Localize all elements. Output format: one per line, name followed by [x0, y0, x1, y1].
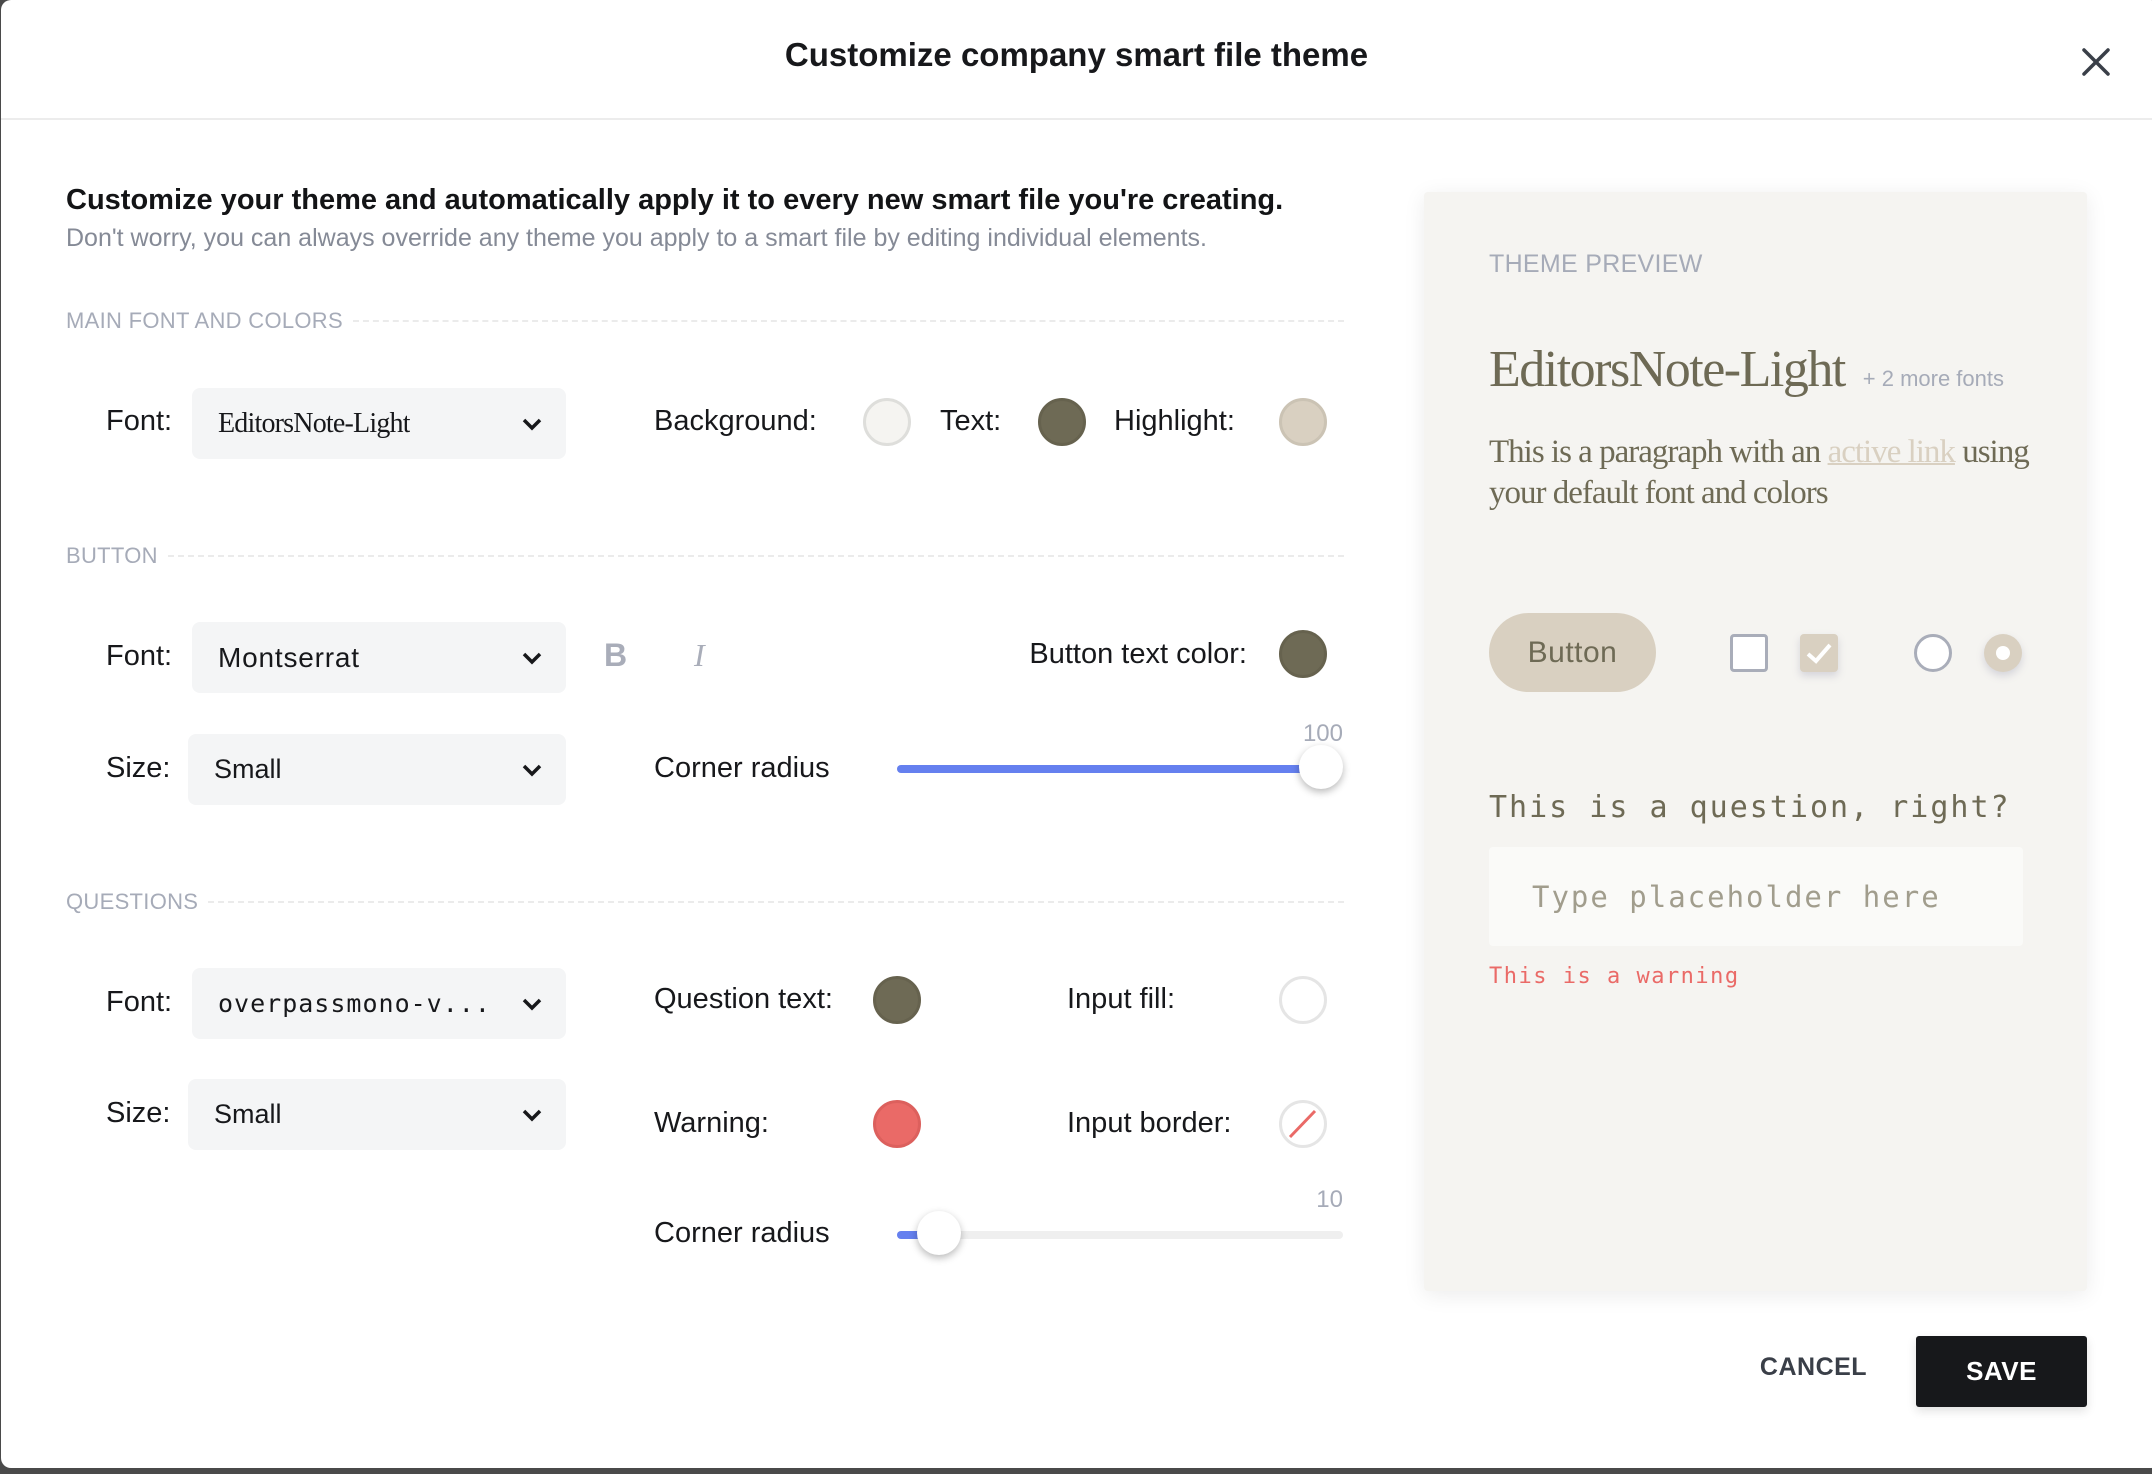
close-icon: [2082, 48, 2110, 76]
questions-corner-radius-label: Corner radius: [654, 1217, 830, 1249]
text-color-label: Text:: [940, 405, 1002, 437]
questions-size-select[interactable]: Small: [188, 1079, 566, 1150]
section-title: BUTTON: [66, 543, 158, 568]
main-font-value: EditorsNote-Light: [218, 407, 410, 439]
preview-paragraph: This is a paragraph with an active link …: [1489, 432, 2049, 514]
intro-subtext: Don't worry, you can always override any…: [66, 224, 1207, 252]
text-color-swatch[interactable]: [1038, 398, 1086, 446]
slider-thumb[interactable]: [1299, 745, 1343, 789]
customize-theme-dialog: Customize company smart file theme Custo…: [1, 0, 2152, 1468]
questions-font-label: Font:: [106, 986, 173, 1018]
preview-warning: This is a warning: [1489, 964, 1740, 989]
button-size-value: Small: [214, 754, 282, 784]
button-font-select[interactable]: Montserrat: [192, 622, 566, 693]
section-divider: [208, 901, 1344, 903]
section-divider: [352, 320, 1344, 322]
questions-font-value: overpassmono-v...: [218, 989, 491, 1018]
save-button[interactable]: SAVE: [1916, 1336, 2087, 1407]
chevron-down-icon: [522, 652, 542, 664]
button-corner-radius-value: 100: [1302, 720, 1343, 747]
radio-dot: [1996, 646, 2010, 660]
button-corner-radius-label: Corner radius: [654, 752, 830, 784]
highlight-color-swatch[interactable]: [1279, 398, 1327, 446]
theme-preview-panel: THEME PREVIEW EditorsNote-Light + 2 more …: [1424, 192, 2087, 1291]
chevron-down-icon: [522, 418, 542, 430]
paragraph-text-before: This is a paragraph with an: [1489, 434, 1828, 470]
bold-toggle[interactable]: B: [604, 637, 627, 674]
section-main-font-colors: MAIN FONT AND COLORS: [66, 308, 1344, 334]
questions-corner-radius-slider[interactable]: [897, 1211, 1343, 1255]
button-corner-radius-slider[interactable]: [897, 745, 1343, 789]
chevron-down-icon: [522, 1109, 542, 1121]
questions-corner-radius-value: 10: [1316, 1186, 1343, 1213]
italic-toggle[interactable]: I: [694, 637, 705, 674]
preview-heading: EditorsNote-Light + 2 more fonts: [1489, 340, 2004, 399]
section-button: BUTTON: [66, 543, 1344, 569]
preview-checkbox-checked[interactable]: [1800, 634, 1838, 672]
questions-size-value: Small: [214, 1099, 282, 1129]
input-fill-label: Input fill:: [1067, 983, 1175, 1015]
input-border-color-swatch[interactable]: [1279, 1100, 1327, 1148]
question-text-color-swatch[interactable]: [873, 976, 921, 1024]
button-text-color-label: Button text color:: [1029, 638, 1247, 670]
chevron-down-icon: [522, 998, 542, 1010]
slider-fill: [897, 765, 1321, 773]
preview-active-link[interactable]: active link: [1828, 434, 1956, 470]
background-color-swatch[interactable]: [863, 398, 911, 446]
button-text-color-swatch[interactable]: [1279, 630, 1327, 678]
questions-size-label: Size:: [106, 1097, 171, 1129]
slider-thumb[interactable]: [917, 1211, 962, 1255]
dialog-title: Customize company smart file theme: [784, 36, 1369, 73]
main-font-label: Font:: [106, 405, 173, 437]
checkmark-icon: [1806, 643, 1832, 664]
input-border-label: Input border:: [1067, 1107, 1232, 1139]
section-divider: [167, 555, 1344, 557]
button-font-value: Montserrat: [218, 641, 360, 673]
chevron-down-icon: [522, 764, 542, 776]
preview-radio-selected[interactable]: [1984, 634, 2022, 672]
preview-checkbox-unchecked[interactable]: [1730, 634, 1768, 672]
section-title: QUESTIONS: [66, 889, 199, 914]
warning-color-swatch[interactable]: [873, 1100, 921, 1148]
dialog-header: Customize company smart file theme: [1, 0, 2152, 120]
button-font-label: Font:: [106, 640, 173, 672]
intro-heading: Customize your theme and automatically a…: [66, 184, 1284, 216]
button-size-select[interactable]: Small: [188, 734, 566, 805]
question-text-label: Question text:: [654, 983, 833, 1015]
highlight-label: Highlight:: [1114, 405, 1235, 437]
preview-heading-text: EditorsNote-Light: [1489, 341, 1846, 398]
preview-question: This is a question, right?: [1489, 790, 2011, 825]
preview-radio-unselected[interactable]: [1914, 634, 1952, 672]
theme-preview-label: THEME PREVIEW: [1489, 250, 1703, 278]
input-fill-color-swatch[interactable]: [1279, 976, 1327, 1024]
preview-button[interactable]: Button: [1489, 613, 1656, 692]
questions-font-select[interactable]: overpassmono-v...: [192, 968, 566, 1039]
section-title: MAIN FONT AND COLORS: [66, 308, 343, 333]
close-button[interactable]: [2076, 42, 2116, 82]
background-label: Background:: [654, 405, 817, 437]
button-size-label: Size:: [106, 752, 171, 784]
preview-input[interactable]: Type placeholder here: [1489, 847, 2023, 946]
no-color-icon: [1288, 1109, 1317, 1139]
cancel-button[interactable]: CANCEL: [1741, 1353, 1886, 1391]
more-fonts-link[interactable]: + 2 more fonts: [1863, 366, 2004, 391]
main-font-select[interactable]: EditorsNote-Light: [192, 388, 566, 459]
warning-label: Warning:: [654, 1107, 769, 1139]
section-questions: QUESTIONS: [66, 889, 1344, 915]
